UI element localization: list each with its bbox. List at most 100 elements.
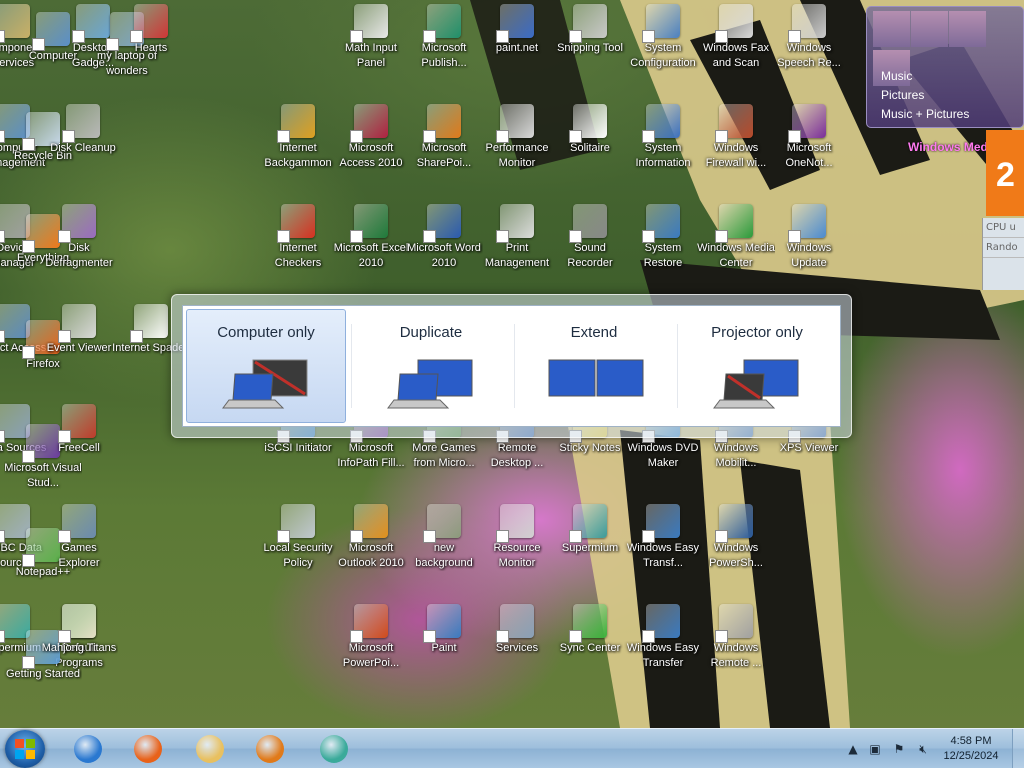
desktop-icon[interactable]: Windows Easy Transf... bbox=[624, 504, 702, 600]
shortcut-icon bbox=[423, 4, 461, 43]
desktop-icon[interactable]: System Configuration bbox=[624, 4, 702, 100]
option-duplicate[interactable]: Duplicate bbox=[351, 309, 511, 423]
desktop-icon-label: Internet Backgammon bbox=[264, 142, 332, 169]
gadget-item-pictures[interactable]: Pictures bbox=[881, 86, 969, 105]
desktop-icon[interactable]: System Information bbox=[624, 104, 702, 200]
shortcut-icon bbox=[715, 104, 753, 143]
desktop-icon[interactable]: Local Security Policy bbox=[259, 504, 337, 600]
desktop-icon[interactable]: Microsoft SharePoi... bbox=[405, 104, 483, 200]
gadget-item-music[interactable]: Music bbox=[881, 67, 969, 86]
desktop-icon-label: Resource Monitor bbox=[493, 542, 541, 569]
action-center-flag-icon[interactable]: ⚑ bbox=[892, 742, 906, 756]
desktop-icon[interactable]: Sound Recorder bbox=[551, 204, 629, 300]
taskbar-windows-explorer[interactable] bbox=[182, 731, 238, 767]
desktop-icon[interactable]: Windows Remote ... bbox=[697, 604, 775, 700]
desktop-icon[interactable]: Microsoft PowerPoi... bbox=[332, 604, 410, 700]
cpu-meter-gadget[interactable]: CPU u Rando bbox=[982, 218, 1024, 290]
media-thumbnails bbox=[873, 11, 1023, 86]
network-icon[interactable]: ▣ bbox=[868, 742, 882, 756]
firefox-icon bbox=[134, 735, 162, 763]
desktop-icon[interactable]: Performance Monitor bbox=[478, 104, 556, 200]
desktop-icon[interactable]: Windows Update bbox=[770, 204, 848, 300]
desktop-icon[interactable]: Microsoft Outlook 2010 bbox=[332, 504, 410, 600]
desktop-icon[interactable]: Microsoft Access 2010 bbox=[332, 104, 410, 200]
desktop-icon[interactable]: Internet Checkers bbox=[259, 204, 337, 300]
option-label: Extend bbox=[570, 324, 618, 341]
desktop-icon[interactable]: Microsoft Publish... bbox=[405, 4, 483, 100]
desktop-icon[interactable]: FreeCell bbox=[40, 404, 118, 500]
shortcut-icon bbox=[423, 504, 461, 543]
desktop-icon[interactable]: Paint bbox=[405, 604, 483, 700]
show-hidden-icons-icon[interactable]: ▲ bbox=[846, 742, 860, 756]
shortcut-icon bbox=[496, 4, 534, 43]
start-button[interactable] bbox=[5, 730, 45, 768]
shortcut-icon bbox=[569, 104, 607, 143]
shortcut-icon bbox=[642, 604, 680, 643]
desktop-icon[interactable]: new background bbox=[405, 504, 483, 600]
desktop-icon[interactable]: Microsoft Excel 2010 bbox=[332, 204, 410, 300]
desktop-icon-label: Disk Defragmenter bbox=[45, 242, 113, 269]
desktop-icon[interactable]: Windows PowerSh... bbox=[697, 504, 775, 600]
gadget-item-music-pictures[interactable]: Music + Pictures bbox=[881, 105, 969, 124]
desktop-icon[interactable]: Services bbox=[478, 604, 556, 700]
desktop-icon[interactable]: Games Explorer bbox=[40, 504, 118, 600]
desktop-icon[interactable]: paint.net bbox=[478, 4, 556, 100]
taskbar-supermium[interactable] bbox=[306, 731, 362, 767]
desktop-icon[interactable]: Disk Cleanup bbox=[44, 104, 122, 200]
desktop-icon-label: Microsoft Excel 2010 bbox=[333, 242, 409, 269]
desktop-icon-label: Internet Checkers bbox=[274, 242, 322, 269]
shortcut-icon bbox=[350, 4, 388, 43]
desktop-icon-label: System Information bbox=[635, 142, 691, 169]
shortcut-icon bbox=[277, 204, 315, 243]
clock-date: 12/25/2024 bbox=[943, 750, 999, 762]
shortcut-icon bbox=[350, 104, 388, 143]
shortcut-icon bbox=[423, 604, 461, 643]
desktop-icon[interactable]: Resource Monitor bbox=[478, 504, 556, 600]
shortcut-icon bbox=[569, 204, 607, 243]
desktop-icon[interactable]: Sync Center bbox=[551, 604, 629, 700]
calendar-gadget[interactable]: 2 bbox=[986, 130, 1024, 216]
shortcut-icon bbox=[496, 504, 534, 543]
desktop-icon[interactable]: Hearts bbox=[112, 4, 190, 100]
internet-explorer-icon bbox=[74, 735, 102, 763]
show-desktop-button[interactable] bbox=[1012, 729, 1024, 768]
desktop-icon-label: Microsoft Outlook 2010 bbox=[338, 542, 404, 569]
media-center-gadget[interactable]: Music Pictures Music + Pictures bbox=[866, 6, 1024, 128]
desktop-icon[interactable]: Mahjong Titans bbox=[40, 604, 118, 700]
desktop-icon[interactable]: Microsoft Word 2010 bbox=[405, 204, 483, 300]
shortcut-icon bbox=[130, 304, 168, 343]
desktop-icon-label: Windows Easy Transf... bbox=[626, 542, 700, 569]
desktop-icon[interactable]: Internet Backgammon bbox=[259, 104, 337, 200]
desktop-icon[interactable]: Windows Easy Transfer bbox=[624, 604, 702, 700]
volume-muted-icon[interactable]: 🔇︎ bbox=[916, 742, 930, 756]
desktop-icon-label: Windows Fax and Scan bbox=[702, 42, 770, 69]
desktop-icon[interactable]: Windows Speech Re... bbox=[770, 4, 848, 100]
taskbar-internet-explorer[interactable] bbox=[60, 731, 116, 767]
option-computer-only[interactable]: Computer only bbox=[186, 309, 346, 423]
desktop-icon[interactable]: Print Management bbox=[478, 204, 556, 300]
system-tray: ▲ ▣ ⚑ 🔇︎ 4:58 PM 12/25/2024 bbox=[842, 729, 1024, 768]
option-projector-only[interactable]: Projector only bbox=[677, 309, 837, 423]
shortcut-icon bbox=[58, 504, 96, 543]
desktop-icon[interactable]: Windows Firewall wi... bbox=[697, 104, 775, 200]
desktop-icon-label: Sticky Notes bbox=[559, 442, 621, 454]
shortcut-icon bbox=[642, 4, 680, 43]
desktop-icon[interactable]: Microsoft OneNot... bbox=[770, 104, 848, 200]
desktop-icon[interactable]: Disk Defragmenter bbox=[40, 204, 118, 300]
desktop-icon[interactable]: Event Viewer bbox=[40, 304, 118, 400]
windows-logo-icon bbox=[15, 739, 35, 759]
taskbar-clock[interactable]: 4:58 PM 12/25/2024 bbox=[936, 734, 1006, 764]
option-extend[interactable]: Extend bbox=[514, 309, 674, 423]
desktop-icon[interactable]: Windows Media Center bbox=[697, 204, 775, 300]
desktop-icon[interactable]: Solitaire bbox=[551, 104, 629, 200]
desktop-icon[interactable]: Math Input Panel bbox=[332, 4, 410, 100]
desktop-icon[interactable]: Windows Fax and Scan bbox=[697, 4, 775, 100]
desktop-icon[interactable]: Supermium bbox=[551, 504, 629, 600]
shortcut-icon bbox=[350, 204, 388, 243]
duplicate-display-icon bbox=[387, 359, 473, 409]
taskbar-firefox[interactable] bbox=[120, 731, 176, 767]
taskbar-media-player[interactable] bbox=[242, 731, 298, 767]
desktop-icon[interactable]: System Restore bbox=[624, 204, 702, 300]
desktop-icon-label: Microsoft Word 2010 bbox=[407, 242, 481, 269]
desktop-icon[interactable]: Snipping Tool bbox=[551, 4, 629, 100]
